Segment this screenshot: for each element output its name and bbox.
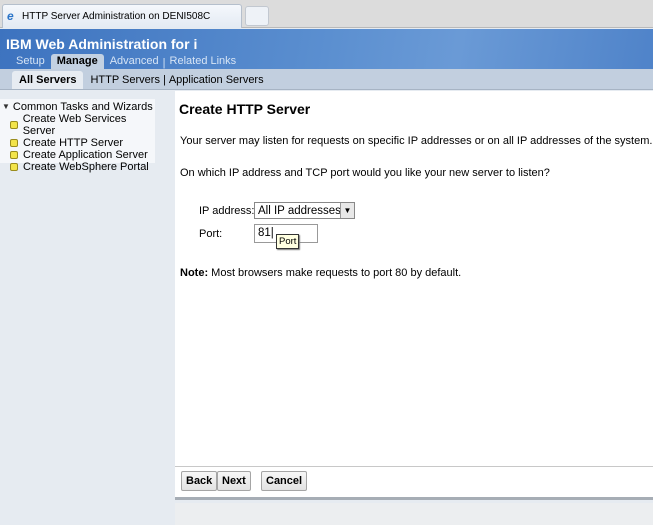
subnav-all-servers[interactable]: All Servers xyxy=(12,71,84,89)
browser-tab[interactable]: e HTTP Server Administration on DENI508C xyxy=(2,4,242,28)
wizard-icon xyxy=(10,121,18,129)
app-header: IBM Web Administration for i Setup Manag… xyxy=(0,29,653,69)
sub-nav: All Servers HTTP Servers | Application S… xyxy=(0,69,653,90)
note-label: Note: xyxy=(180,267,209,279)
sidebar-item-create-application-server[interactable]: Create Application Server xyxy=(2,149,155,161)
nav-advanced[interactable]: Advanced xyxy=(106,54,163,69)
ip-address-value: All IP addresses xyxy=(258,205,341,217)
wizard-icon xyxy=(10,163,18,171)
ie-icon: e xyxy=(7,9,14,23)
sidebar-item-label: Create HTTP Server xyxy=(23,137,124,149)
page-title: Create HTTP Server xyxy=(179,101,311,117)
port-label: Port: xyxy=(199,228,223,240)
question-text: On which IP address and TCP port would y… xyxy=(180,167,550,179)
subnav-application-servers[interactable]: Application Servers xyxy=(166,71,267,89)
note-body: Most browsers make requests to port 80 b… xyxy=(208,267,462,279)
intro-text: Your server may listen for requests on s… xyxy=(180,135,653,147)
sidebar-item-create-web-services-server[interactable]: Create Web Services Server xyxy=(2,113,155,137)
note-text: Note: Most browsers make requests to por… xyxy=(180,267,461,279)
port-value: 81 xyxy=(258,227,271,239)
sidebar-item-label: Create WebSphere Portal xyxy=(23,161,149,173)
sidebar-heading-label: Common Tasks and Wizards xyxy=(12,101,153,113)
sidebar-item-label: Create Web Services Server xyxy=(22,113,127,137)
nav-manage[interactable]: Manage xyxy=(50,54,104,69)
browser-tab-bar: e HTTP Server Administration on DENI508C xyxy=(0,0,653,28)
main-nav: Setup Manage Advanced | Related Links xyxy=(0,53,240,69)
wizard-icon xyxy=(10,139,18,147)
cancel-button[interactable]: Cancel xyxy=(261,471,308,491)
sidebar-item-label: Create Application Server xyxy=(23,149,148,161)
tab-title: HTTP Server Administration on DENI508C xyxy=(22,11,211,22)
app-title: IBM Web Administration for i xyxy=(6,36,198,52)
nav-setup[interactable]: Setup xyxy=(0,54,49,69)
main-content: Create HTTP Server Your server may liste… xyxy=(175,91,653,467)
footer xyxy=(175,503,653,525)
sidebar-item-create-http-server[interactable]: Create HTTP Server xyxy=(2,137,155,149)
nav-related-links[interactable]: Related Links xyxy=(166,54,241,69)
sidebar-heading[interactable]: ▼ Common Tasks and Wizards xyxy=(2,101,155,113)
port-tooltip: Port xyxy=(276,234,300,249)
ip-address-select[interactable]: All IP addresses ▼ xyxy=(254,202,355,219)
sidebar-item-create-websphere-portal[interactable]: Create WebSphere Portal xyxy=(2,161,155,173)
sidebar: ▼ Common Tasks and Wizards Create Web Se… xyxy=(0,99,155,173)
ip-address-label: IP address: xyxy=(199,205,255,217)
chevron-down-icon[interactable]: ▼ xyxy=(340,203,354,218)
next-button[interactable]: Next xyxy=(217,471,251,491)
back-button[interactable]: Back xyxy=(181,471,218,491)
new-tab-button[interactable] xyxy=(245,6,269,26)
subnav-http-servers[interactable]: HTTP Servers xyxy=(87,71,162,89)
collapse-triangle-icon: ▼ xyxy=(2,102,10,111)
button-bar: Back Next Cancel xyxy=(175,466,653,500)
wizard-icon xyxy=(10,151,18,159)
